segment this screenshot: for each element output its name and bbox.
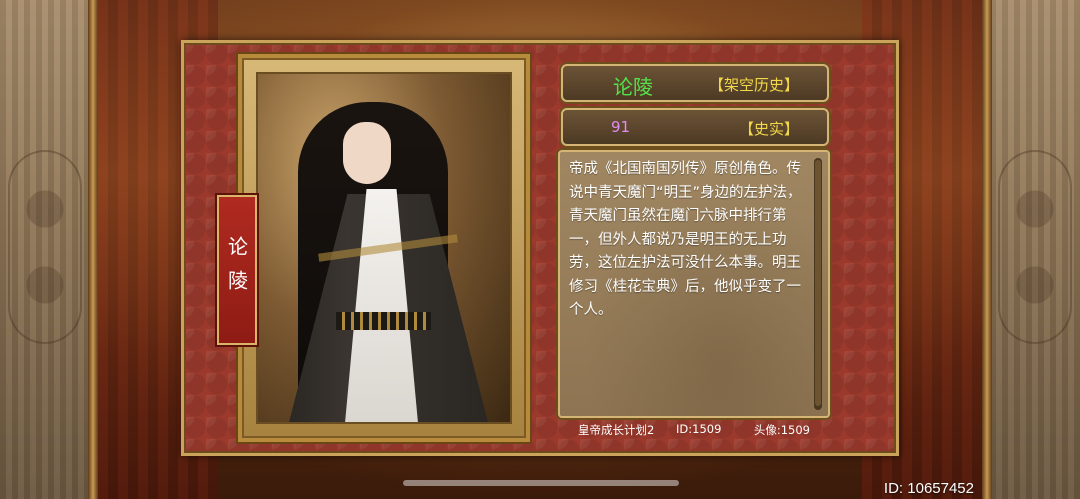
home-indicator[interactable] bbox=[403, 480, 679, 486]
character-description: 帝成《北国南国列传》原创角色。传说中青天魔门“明王”身边的左护法，青天魔门虽然在… bbox=[569, 161, 802, 318]
footer-avatar-id: 头像:1509 bbox=[753, 423, 810, 437]
dragon-emblem-icon bbox=[8, 150, 82, 344]
character-portrait bbox=[256, 72, 512, 424]
character-name-plate: 论陵 bbox=[217, 195, 257, 345]
history-tag: 【史实】 bbox=[738, 120, 799, 138]
character-name: 论陵 bbox=[613, 75, 653, 99]
character-portrait-card[interactable] bbox=[242, 58, 526, 438]
card-footer: 皇帝成长计划2 ID:1509 头像:1509 bbox=[558, 420, 830, 438]
dragon-emblem-icon bbox=[998, 150, 1072, 344]
category-tag: 【架空历史】 bbox=[708, 76, 799, 94]
portrait-belt bbox=[336, 312, 431, 330]
stat-bar: 91 【史实】 bbox=[561, 108, 829, 146]
left-curtain bbox=[0, 0, 90, 499]
right-pillar bbox=[982, 0, 992, 499]
user-id-label: ID: 10657452 bbox=[883, 480, 974, 497]
name-bar: 论陵 【架空历史】 bbox=[561, 64, 829, 102]
footer-character-id: ID:1509 bbox=[676, 422, 722, 436]
footer-game-name: 皇帝成长计划2 bbox=[578, 423, 655, 437]
left-pillar bbox=[88, 0, 98, 499]
description-box[interactable]: 帝成《北国南国列传》原创角色。传说中青天魔门“明王”身边的左护法，青天魔门虽然在… bbox=[558, 150, 830, 418]
right-curtain bbox=[990, 0, 1080, 499]
description-scrollbar[interactable] bbox=[814, 158, 822, 410]
character-number: 91 bbox=[611, 118, 631, 136]
portrait-face bbox=[343, 122, 391, 184]
description-scroll-thumb[interactable] bbox=[815, 160, 821, 406]
